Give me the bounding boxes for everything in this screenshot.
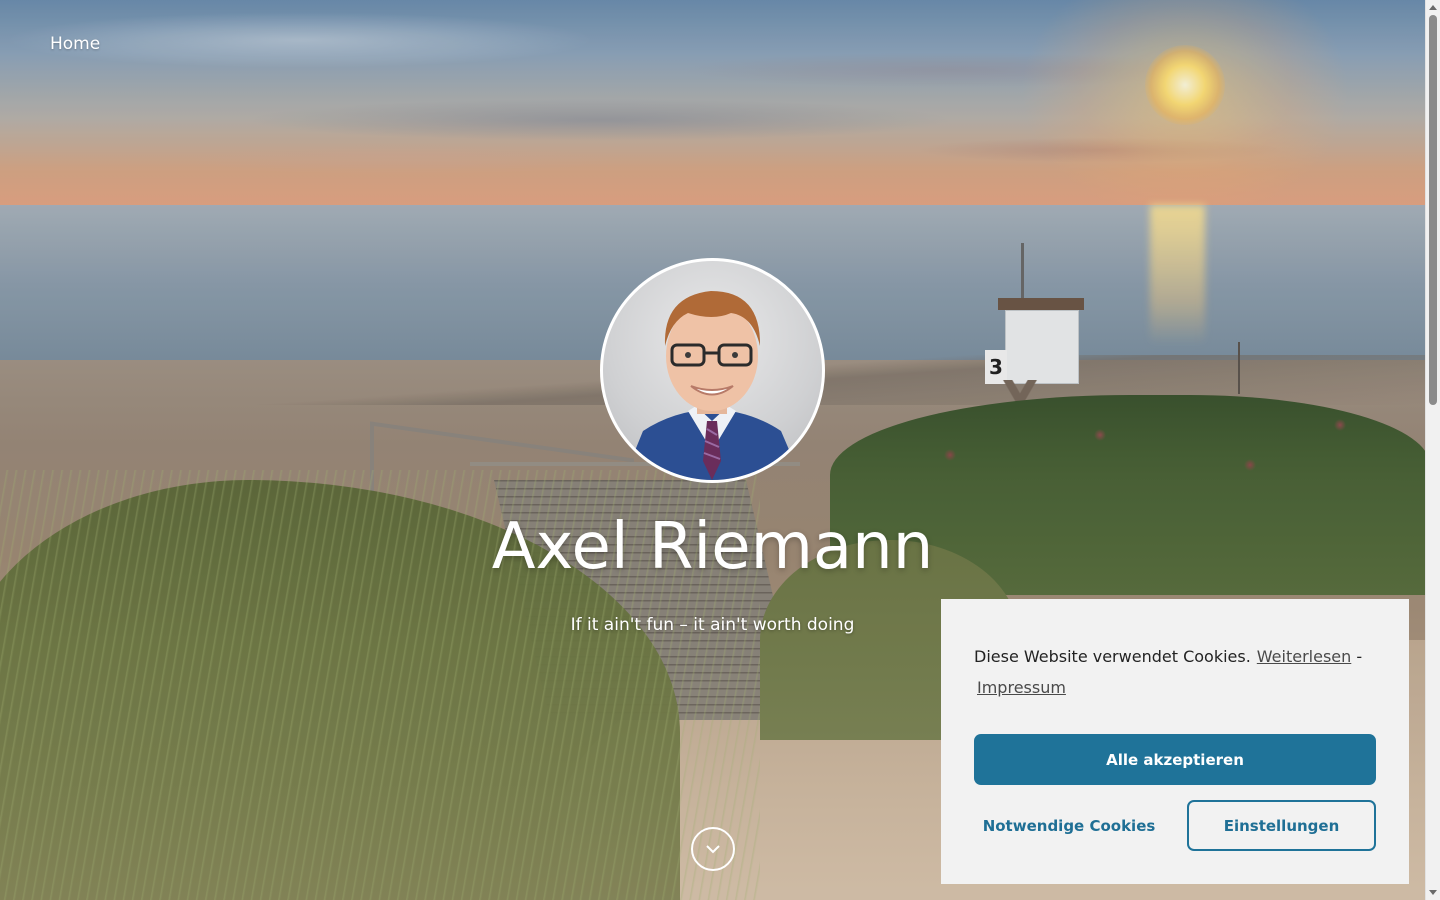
cookie-message: Diese Website verwendet Cookies.: [974, 647, 1251, 666]
nav-home-link[interactable]: Home: [50, 34, 100, 54]
profile-avatar: [600, 258, 825, 483]
vertical-scrollbar[interactable]: [1425, 0, 1440, 900]
page: 3 Home Axel Riemann If it ain't fun – it…: [0, 0, 1440, 900]
page-title: Axel Riemann: [491, 510, 934, 584]
read-more-link[interactable]: Weiterlesen: [1257, 647, 1351, 666]
scroll-down-button[interactable]: [691, 827, 735, 871]
imprint-link[interactable]: Impressum: [977, 678, 1066, 697]
cookie-separator: -: [1356, 647, 1363, 666]
scroll-down-arrow-icon[interactable]: [1429, 890, 1437, 895]
cookie-message-paragraph: Diese Website verwendet Cookies. Weiterle…: [974, 641, 1376, 703]
scroll-up-arrow-icon[interactable]: [1429, 5, 1437, 10]
necessary-cookies-button[interactable]: Notwendige Cookies: [974, 800, 1164, 851]
portrait-illustration: [623, 291, 802, 480]
cookie-consent-banner: Diese Website verwendet Cookies. Weiterle…: [941, 599, 1409, 884]
chevron-down-icon: [706, 845, 720, 854]
cookie-settings-button[interactable]: Einstellungen: [1187, 800, 1376, 851]
accept-all-button[interactable]: Alle akzeptieren: [974, 734, 1376, 785]
scrollbar-thumb[interactable]: [1429, 15, 1437, 405]
